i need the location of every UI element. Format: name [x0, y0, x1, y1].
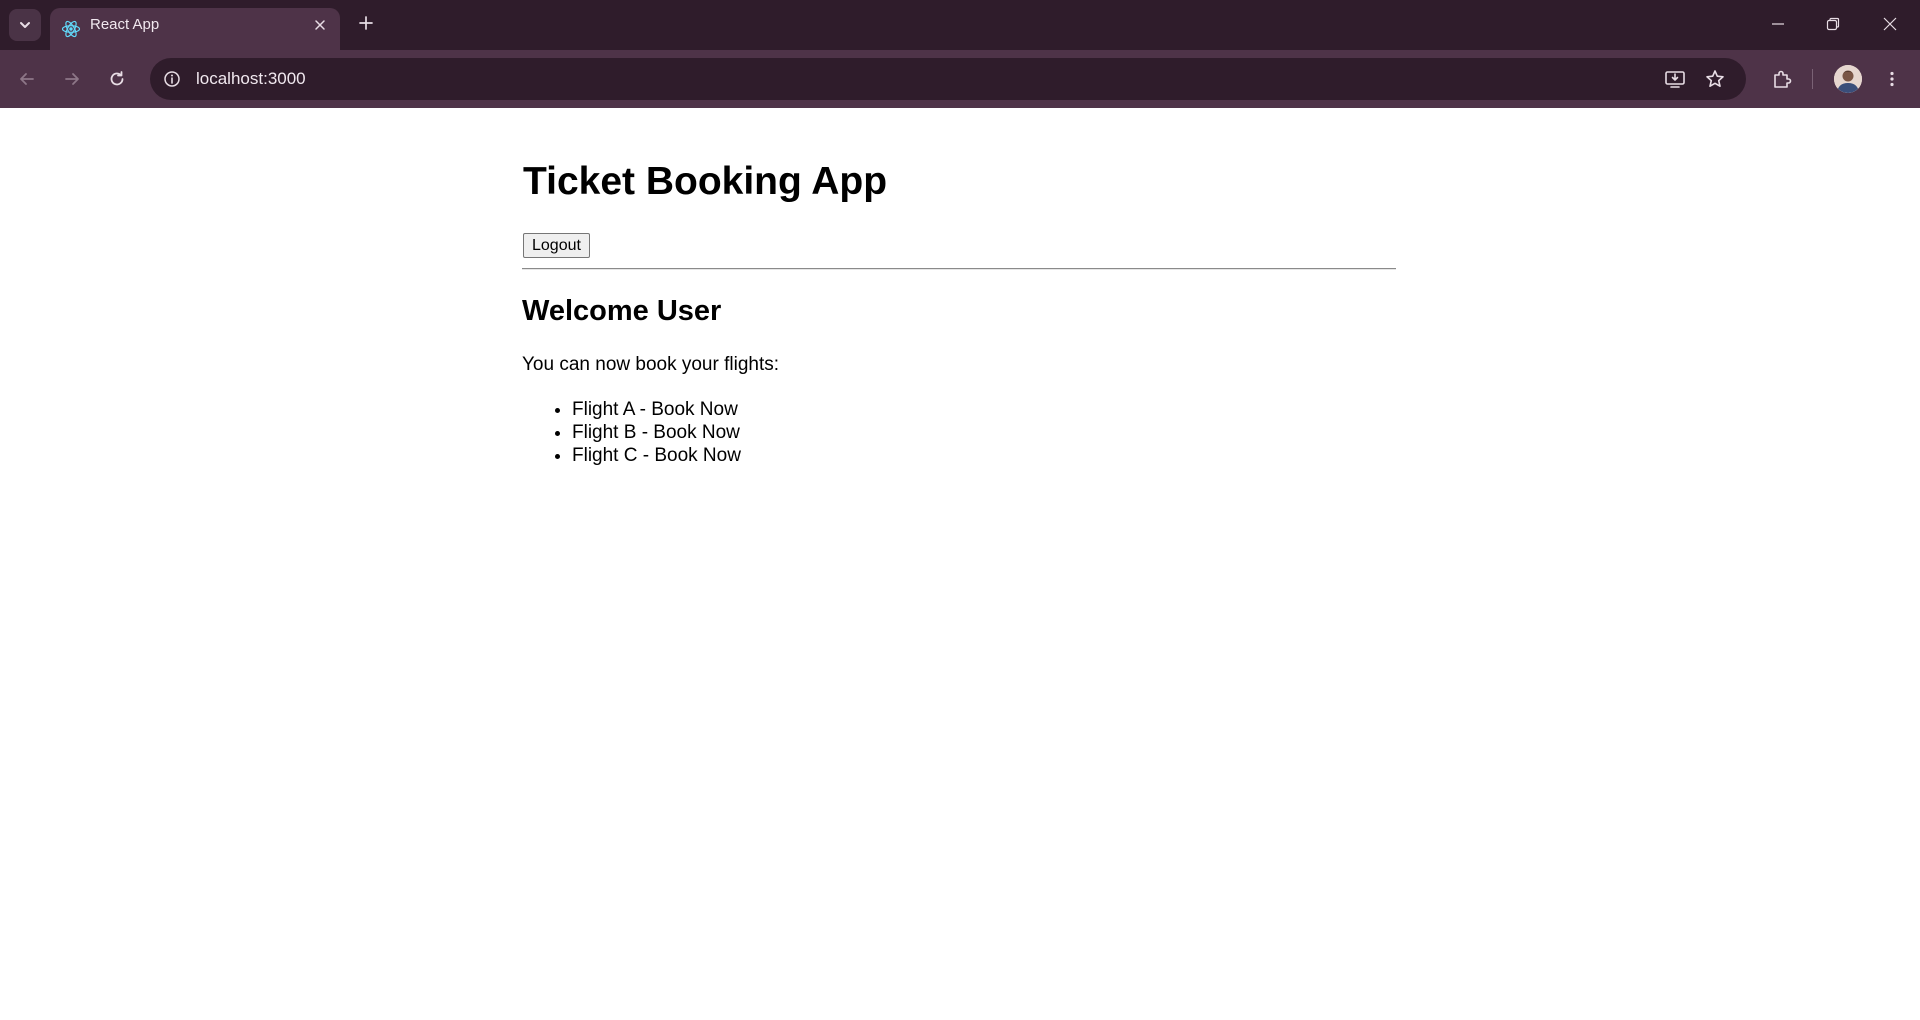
minimize-button[interactable] [1750, 0, 1806, 48]
page-content: Ticket Booking App Logout Welcome User Y… [0, 108, 1920, 1020]
reload-icon [110, 71, 124, 86]
bookmark-button[interactable] [1703, 67, 1727, 91]
browser-menu-button[interactable] [1876, 63, 1908, 95]
list-item: Flight A - Book Now [572, 398, 741, 421]
tab-search-button[interactable] [9, 9, 41, 41]
page-title: Ticket Booking App [523, 160, 888, 203]
address-bar[interactable]: localhost:3000 [150, 58, 1746, 100]
star-icon [1706, 70, 1724, 87]
extensions-button[interactable] [1766, 63, 1798, 95]
restore-icon [1826, 17, 1840, 31]
forward-button[interactable] [56, 63, 88, 95]
site-info-button[interactable] [160, 67, 184, 91]
tab-close-button[interactable] [312, 17, 328, 33]
react-logo-icon [61, 20, 81, 38]
intro-text: You can now book your flights: [522, 354, 780, 375]
back-button[interactable] [11, 63, 43, 95]
welcome-heading: Welcome User [522, 295, 722, 327]
chevron-down-icon [20, 22, 30, 28]
avatar-icon [1834, 65, 1862, 93]
browser-tab-strip: React App [0, 0, 1920, 50]
install-app-icon [1665, 71, 1685, 88]
reload-button[interactable] [101, 63, 133, 95]
logout-button[interactable]: Logout [523, 233, 590, 258]
close-icon [1883, 17, 1897, 31]
tab-title: React App [90, 16, 160, 33]
divider [522, 268, 1396, 270]
url-text[interactable]: localhost:3000 [196, 58, 306, 100]
restore-button[interactable] [1805, 0, 1861, 48]
flight-list: Flight A - Book Now Flight B - Book Now … [522, 398, 741, 467]
close-window-button[interactable] [1862, 0, 1918, 48]
plus-icon [359, 16, 373, 30]
profile-avatar[interactable] [1834, 65, 1862, 93]
puzzle-icon [1774, 70, 1792, 88]
arrow-right-icon [65, 73, 79, 85]
arrow-left-icon [20, 73, 34, 85]
toolbar-divider [1812, 69, 1813, 89]
more-vertical-icon [1890, 71, 1894, 87]
list-item: Flight C - Book Now [572, 444, 741, 467]
info-icon [164, 71, 180, 87]
install-app-button[interactable] [1663, 67, 1687, 91]
new-tab-button[interactable] [354, 11, 378, 35]
minimize-icon [1772, 23, 1784, 25]
browser-toolbar: localhost:3000 [0, 50, 1920, 108]
list-item: Flight B - Book Now [572, 421, 741, 444]
browser-tab-active[interactable]: React App [50, 8, 340, 50]
close-icon [315, 20, 325, 30]
